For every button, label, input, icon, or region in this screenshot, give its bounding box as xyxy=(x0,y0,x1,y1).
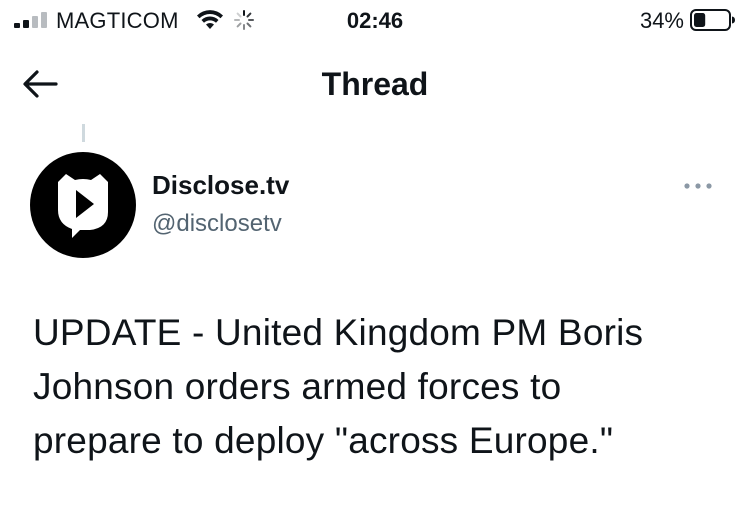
page-title: Thread xyxy=(321,66,429,102)
loading-spinner-icon xyxy=(234,10,254,30)
author-handle[interactable]: @disclosetv xyxy=(152,210,282,238)
thread-connector-line xyxy=(82,124,85,142)
status-bar: MAGTICOM 02:46 34% xyxy=(0,0,750,42)
battery-percent: 34% xyxy=(639,8,684,33)
status-time: 02:46 xyxy=(346,8,404,33)
avatar[interactable] xyxy=(30,152,136,258)
signal-icon xyxy=(14,12,47,28)
more-dots-icon[interactable] xyxy=(680,176,716,196)
author-name[interactable]: Disclose.tv xyxy=(152,170,289,201)
carrier-name: MAGTICOM xyxy=(56,8,179,33)
wifi-icon xyxy=(197,10,223,29)
tweet-text: UPDATE - United Kingdom PM Boris Johnson… xyxy=(33,312,644,461)
battery-icon xyxy=(690,9,735,31)
top-nav: Thread xyxy=(0,56,750,112)
